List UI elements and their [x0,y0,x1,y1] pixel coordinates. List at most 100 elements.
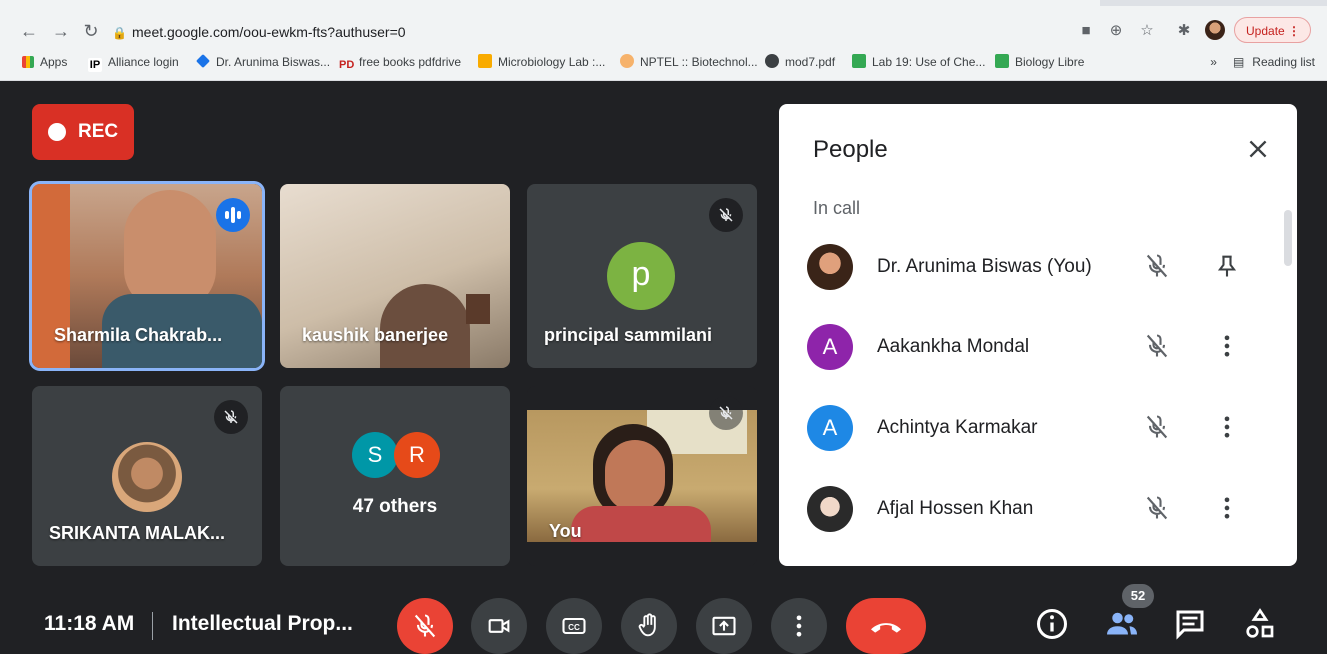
bookmark-label: NPTEL :: Biotechnol... [640,55,758,69]
bookmark-alliance[interactable]: IP Alliance login [88,52,179,72]
site-icon [478,54,492,68]
video-face [124,190,216,310]
bookmark-label: Microbiology Lab :... [498,55,606,69]
profile-avatar[interactable] [1205,20,1225,40]
participant-avatar [807,244,853,290]
bookmark-pdfdrive[interactable]: PD free books pdfdrive [339,52,461,72]
more-options-icon[interactable] [1213,332,1241,360]
recording-indicator: REC [32,104,134,160]
address-bar[interactable]: 🔒 meet.google.com/oou-ewkm-fts?authuser=0 [112,19,962,45]
participant-avatar [807,486,853,532]
participant-tile[interactable]: Sharmila Chakrab... [32,184,262,368]
mic-off-icon [1146,334,1168,358]
participant-row[interactable]: A Achintya Karmakar [779,399,1297,459]
video-frame [466,294,490,324]
video-body [571,506,711,542]
people-icon[interactable] [1104,606,1140,642]
bookmark-star-icon[interactable]: ☆ [1136,20,1158,42]
bookmark-label: Dr. Arunima Biswas... [216,55,331,69]
bookmark-apps[interactable]: Apps [22,52,67,72]
captions-icon: CC [562,617,586,635]
bookmark-label: Apps [40,55,68,69]
activities-icon[interactable] [1242,606,1278,642]
update-button[interactable]: Update ⋮ [1234,17,1311,43]
bookmark-label: free books pdfdrive [359,55,462,69]
site-icon [196,54,210,68]
more-vert-icon [796,615,802,637]
bookmark-biology[interactable]: Biology Libre [995,52,1084,72]
meeting-clock: 11:18 AM [44,612,135,635]
participant-name: principal sammilani [544,325,713,345]
pd-icon: PD [339,59,355,71]
participant-avatar: p [607,242,675,310]
divider [152,612,153,640]
more-options-icon[interactable] [1213,413,1241,441]
participant-row[interactable]: Dr. Arunima Biswas (You) [779,238,1297,298]
video-face [605,440,665,512]
more-options-icon[interactable] [1213,494,1241,522]
participant-name: Aakankha Mondal [877,336,1030,357]
bookmarks-overflow-icon[interactable]: » [1210,55,1217,69]
mic-off-icon [709,198,743,232]
participant-name: Achintya Karmakar [877,417,1038,438]
participant-tile[interactable]: p principal sammilani [527,184,757,368]
camera-indicator-icon[interactable]: ■ [1075,20,1097,42]
hand-icon [638,613,656,637]
record-dot-icon [48,123,66,141]
extensions-icon[interactable]: ✱ [1173,20,1195,42]
bookmarks-bar: Apps IP Alliance login Dr. Arunima Biswas… [0,52,1327,72]
bookmark-arunima[interactable]: Dr. Arunima Biswas... [196,52,330,72]
participant-name: Sharmila Chakrab... [54,325,223,345]
reading-list-icon: ▤ [1232,55,1245,69]
pin-icon[interactable] [1213,252,1241,280]
in-call-heading: In call [813,198,861,218]
bookmark-microbiology[interactable]: Microbiology Lab :... [478,52,605,72]
participant-name: kaushik banerjee [302,325,449,345]
svg-text:CC: CC [568,623,580,632]
update-label: Update [1246,24,1285,38]
browser-chrome: ← → ↻ 🔒 meet.google.com/oou-ewkm-fts?auth… [0,0,1327,81]
participant-name: You [549,521,582,541]
meeting-title[interactable]: Intellectual Prop... [172,612,353,636]
url-text: meet.google.com/oou-ewkm-fts?authuser=0 [132,24,406,40]
tab-strip-edge [1100,0,1327,6]
hang-up-icon [871,623,901,633]
others-count-label: 47 others [352,496,438,517]
rec-label: REC [78,121,119,142]
ip-icon: IP [88,58,102,72]
mic-off-icon [1146,254,1168,278]
self-tile[interactable]: You [527,386,757,566]
panel-scrollbar[interactable] [1284,210,1292,266]
bookmark-nptel[interactable]: NPTEL :: Biotechnol... [620,52,758,72]
mic-off-icon [1146,415,1168,439]
chat-icon[interactable] [1172,606,1208,642]
bookmark-mod7[interactable]: mod7.pdf [765,52,835,72]
participant-avatar: S [352,432,398,478]
participant-row[interactable]: A Aakankha Mondal [779,318,1297,378]
participant-name: SRIKANTA MALAK... [49,523,225,543]
back-button[interactable]: ← [18,20,40,42]
speaking-indicator-icon [216,198,250,232]
participant-avatar: A [807,324,853,370]
meeting-controls-bar: 11:18 AM Intellectual Prop... CC 52 [0,584,1327,654]
participant-name: Dr. Arunima Biswas (You) [877,256,1092,277]
others-tile[interactable]: S R 47 others [280,386,510,566]
mic-off-icon [709,396,743,430]
participant-tile[interactable]: kaushik banerjee [280,184,510,368]
close-icon[interactable] [1245,136,1271,162]
bookmark-lab19[interactable]: Lab 19: Use of Che... [852,52,985,72]
participant-count-badge: 52 [1122,584,1154,608]
people-panel: People In call Dr. Arunima Biswas (You) … [779,104,1297,566]
forward-button[interactable]: → [50,20,72,42]
info-icon[interactable] [1034,606,1070,642]
globe-icon [765,54,779,68]
apps-grid-icon [22,56,34,68]
nptel-icon [620,54,634,68]
reading-list-button[interactable]: » ▤ Reading list [1210,52,1315,72]
participant-tile[interactable]: SRIKANTA MALAK... [32,386,262,566]
panel-title: People [813,136,888,163]
leaf-icon [852,54,866,68]
zoom-icon[interactable]: ⊕ [1105,20,1127,42]
participant-row[interactable]: Afjal Hossen Khan [779,480,1297,540]
reload-button[interactable]: ↻ [80,20,102,42]
